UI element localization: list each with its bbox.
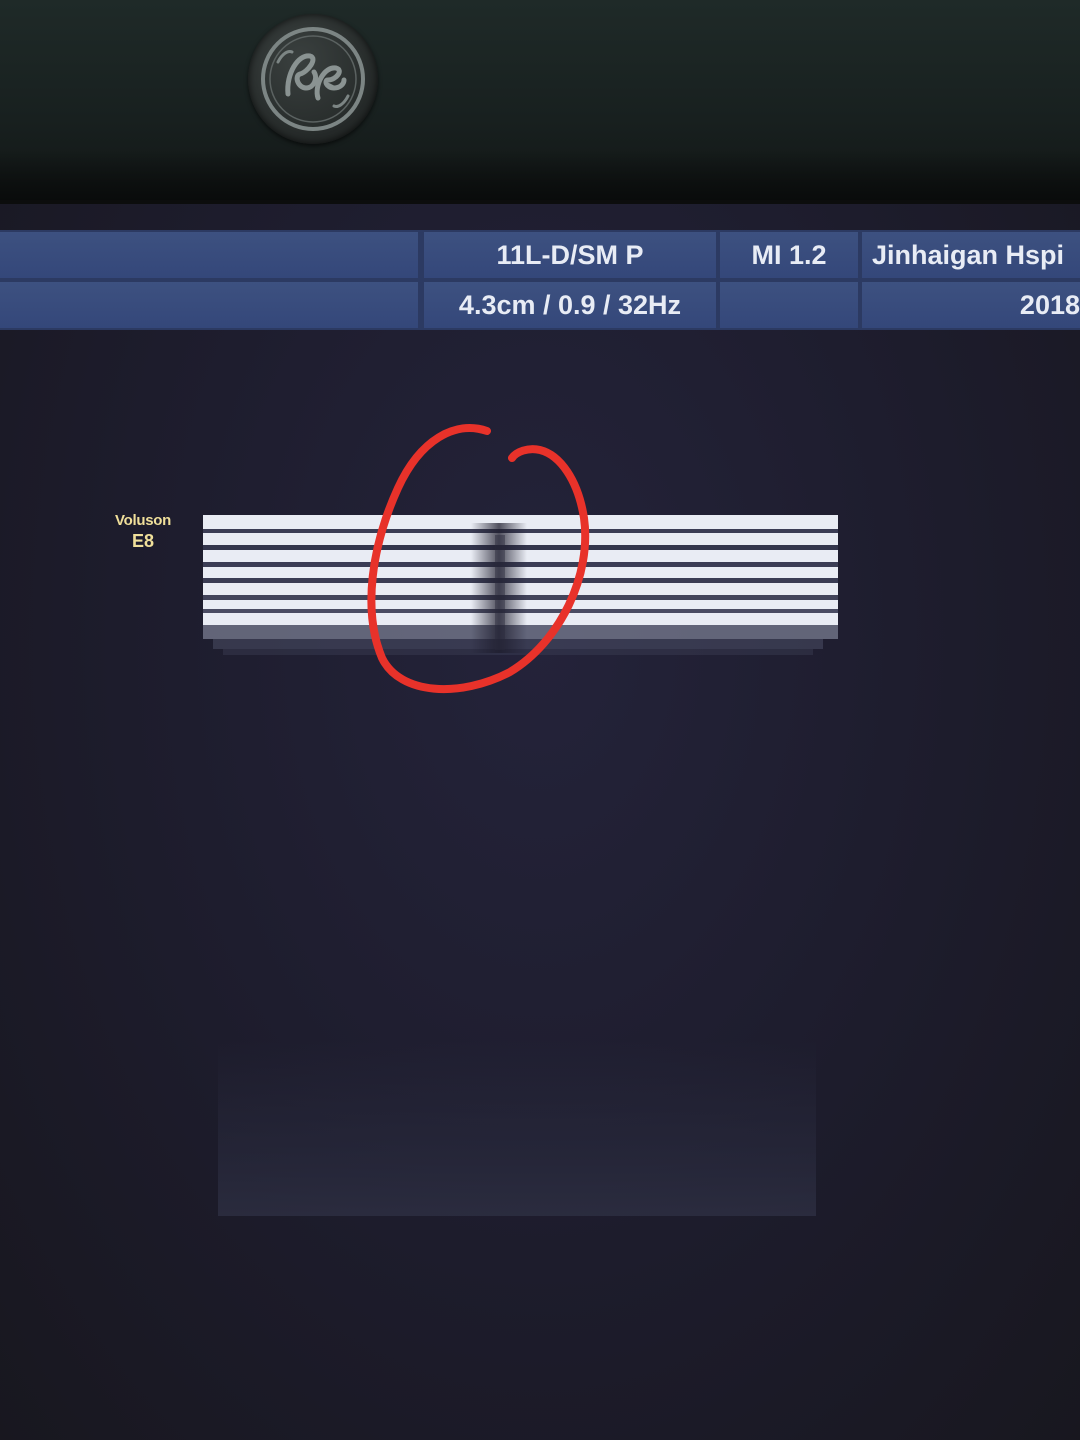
system-name: Voluson <box>115 512 171 529</box>
info-bar: 11L-D/SM P 4.3cm / 0.9 / 32Hz MI 1.2 Jin… <box>0 230 1080 330</box>
faint-image-area <box>218 1040 816 1216</box>
hospital-name: Jinhaigan Hspi <box>862 232 1080 278</box>
exam-date: 2018 <box>862 282 1080 328</box>
acoustic-shadow-core <box>495 535 505 650</box>
info-cell-blank-bottom <box>0 282 418 328</box>
probe-label: 11L-D/SM P <box>424 232 716 278</box>
bezel-shadow <box>0 150 1080 200</box>
ultrasound-screen <box>0 204 1080 1440</box>
info-cell-blank-mi <box>720 282 858 328</box>
ultrasound-image <box>203 515 838 655</box>
system-model: E8 <box>131 531 155 551</box>
ge-logo-icon <box>248 14 378 144</box>
info-cell-blank-top <box>0 232 418 278</box>
system-label: Voluson E8 <box>100 513 186 550</box>
mechanical-index: MI 1.2 <box>720 232 858 278</box>
scan-settings: 4.3cm / 0.9 / 32Hz <box>424 282 716 328</box>
